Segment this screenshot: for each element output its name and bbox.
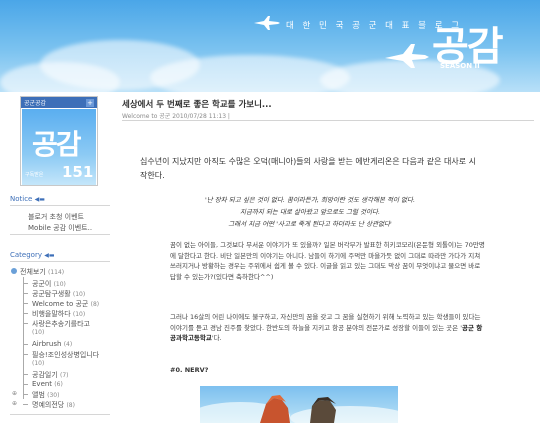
expand-icon[interactable]: ⊕ <box>12 390 17 397</box>
post-meta: Welcome to 공군 2010/07/28 11:13 | <box>122 113 230 120</box>
divider <box>10 205 110 206</box>
category-item[interactable]: 필승!조인성상병입니다 <box>32 350 99 360</box>
divider <box>122 120 534 121</box>
profile-widget: 공군공감 + 공감 구독받은 151 <box>20 96 98 186</box>
fighter-jet-icon <box>254 16 280 30</box>
quote-line: 지금까지 되는 대로 살아왔고 앞으로도 그럴 것이다. <box>239 208 381 216</box>
category-title: Category ◀▬ <box>10 251 55 259</box>
blog-header: 대 한 민 국 공 군 대 표 블 로 그 공감 SEASON II <box>0 0 540 92</box>
anime-illustration <box>200 395 398 423</box>
section-heading: #0. NERV? <box>170 366 209 374</box>
category-item[interactable]: 비행을말하다 (10) <box>32 309 85 319</box>
fighter-jet-large-icon <box>385 44 429 68</box>
subscribers-label: 구독받은 <box>25 172 44 178</box>
post-intro: 십수년이 지났지만 아직도 수많은 오덕(매니아)들의 사랑을 받는 에반게리온… <box>140 157 476 180</box>
notice-item[interactable]: 블로거 초청 이벤트 <box>28 212 84 222</box>
post-paragraph: 그러나 16살의 어린 나이에도 불구하고, 자신만의 꿈을 갖고 그 꿈을 실… <box>170 313 483 342</box>
divider <box>10 234 110 235</box>
subscribe-plus-button[interactable]: + <box>86 98 94 107</box>
category-count: (10) <box>32 360 45 367</box>
divider <box>10 261 110 262</box>
profile-header: 공군공감 + <box>21 97 97 108</box>
bullet-icon <box>11 268 17 274</box>
anime-image <box>200 386 398 423</box>
category-item[interactable]: 공감일기 (7) <box>32 370 69 380</box>
divider <box>10 414 110 415</box>
category-item[interactable]: Event (6) <box>32 380 63 388</box>
tree-line <box>23 277 24 399</box>
category-item[interactable]: Welcome to 공군 (8) <box>32 299 99 309</box>
category-item[interactable]: 앨범 (30) <box>32 390 59 400</box>
notice-title: Notice ◀▬ <box>10 195 45 203</box>
subscriber-count: 151 <box>62 163 94 181</box>
expand-icon[interactable]: ⊕ <box>12 400 17 407</box>
quote-line: 그래서 지금 어떤 '사고로 죽게 된다고 하더라도 난 상관없다' <box>228 220 392 228</box>
category-item[interactable]: 공군이 (10) <box>32 279 66 289</box>
season-label: SEASON II <box>440 62 480 70</box>
profile-image[interactable]: 공감 구독받은 151 <box>22 109 96 185</box>
notice-item[interactable]: Mobile 공감 이벤트.. <box>28 223 92 233</box>
profile-logo: 공감 <box>32 128 82 161</box>
category-item[interactable]: 사랑은추송기를타고 <box>32 319 90 329</box>
category-item[interactable]: Airbrush (4) <box>32 340 72 348</box>
arrow-icon: ◀▬ <box>34 196 45 203</box>
category-item[interactable]: 공군탐구생활 (10) <box>32 289 85 299</box>
quote-line: '난 장차 되고 싶은 것이 없다. 꿈이라든가, 희망이란 것도 생각해본 적… <box>204 196 416 204</box>
profile-name[interactable]: 공군공감 <box>24 98 46 107</box>
post-paragraph: 꿈이 없는 아이들, 그것보다 무서운 이야기가 또 있을까? 일본 버각부가 … <box>170 241 485 281</box>
category-item[interactable]: 명예의전당 (8) <box>32 400 75 410</box>
category-count: (10) <box>32 329 45 336</box>
post-title[interactable]: 세상에서 두 번째로 좋은 학교를 가보니... <box>122 98 272 110</box>
category-root[interactable]: 전체보기 (114) <box>20 267 64 277</box>
arrow-icon: ◀▬ <box>44 252 55 259</box>
